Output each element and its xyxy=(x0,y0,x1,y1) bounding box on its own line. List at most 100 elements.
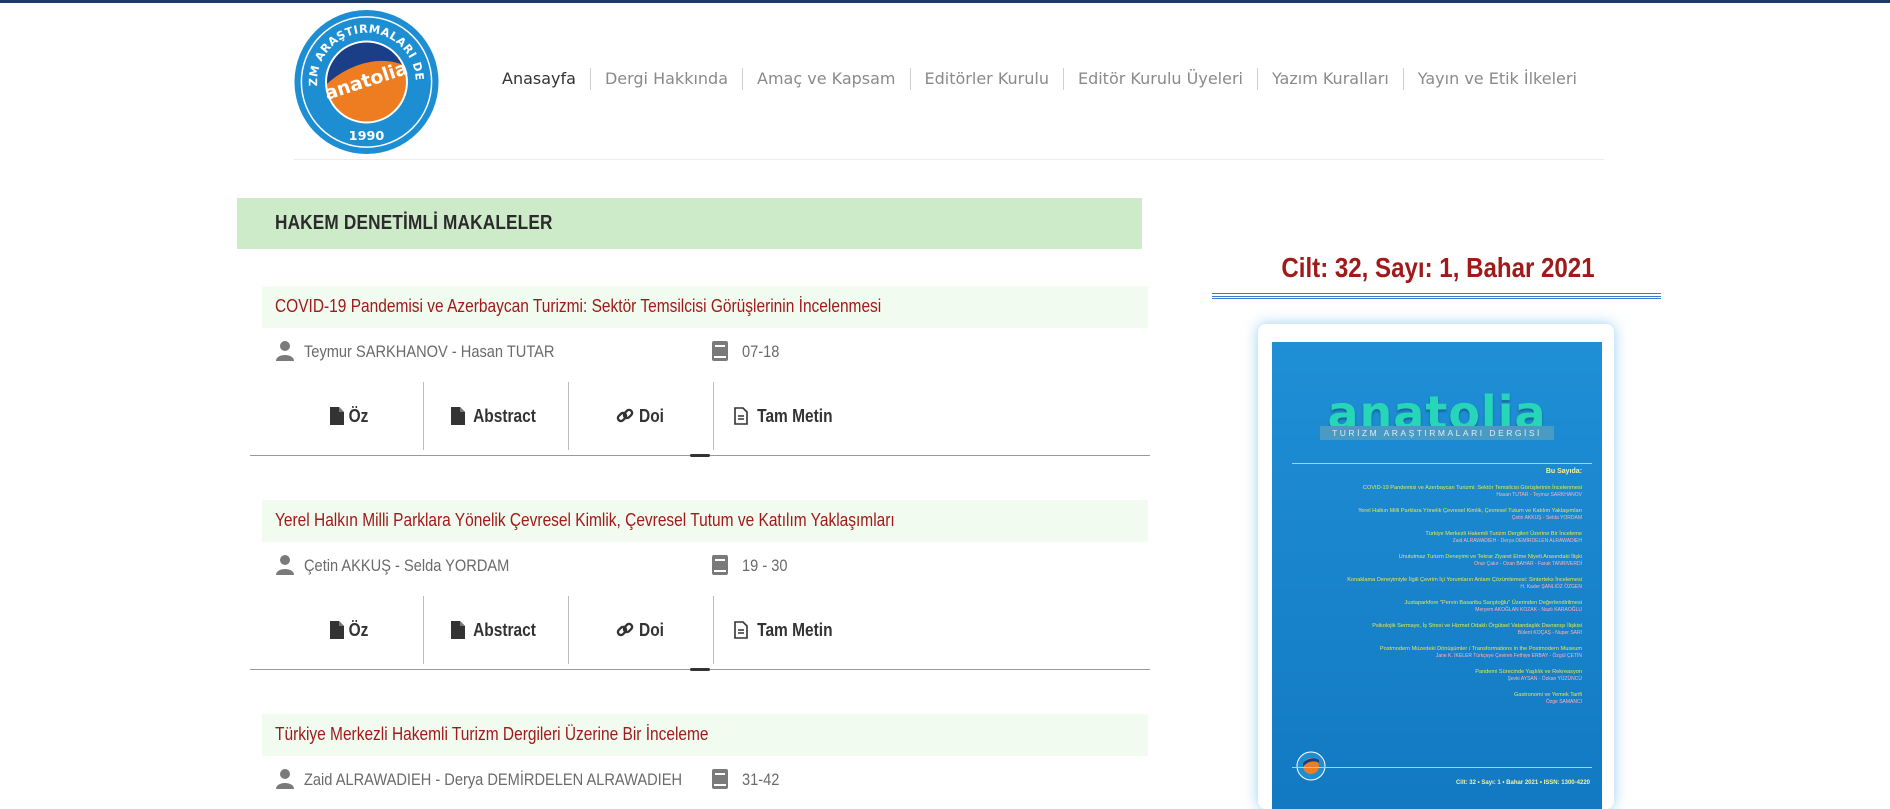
document-outline-icon xyxy=(733,407,748,425)
cover-toc-title: Konaklama Deneyimiyle İlgili Çevrim İçi … xyxy=(1347,577,1582,583)
article-title-bar: Türkiye Merkezli Hakemli Turizm Dergiler… xyxy=(262,714,1148,756)
cover-toc: COVID-19 Pandemisi ve Azerbaycan Turizmi… xyxy=(1282,485,1582,715)
cover-toc-authors: Özge SAMANCI xyxy=(1545,699,1582,705)
full-text-link[interactable]: Tam Metin xyxy=(713,596,858,664)
nav-writing-rules[interactable]: Yazım Kuralları xyxy=(1256,68,1403,90)
cover-toc-title: Unutulmaz Turizm Deneyimi ve Tekrar Ziya… xyxy=(1398,554,1582,560)
book-icon xyxy=(712,341,728,361)
cover-in-this-issue: Bu Sayıda: xyxy=(1545,468,1582,475)
cover-toc-authors: Hasan TUTAR - Teymur SARKHANOV xyxy=(1496,492,1582,498)
issue-title-underline xyxy=(1212,293,1661,299)
cover-toc-entry: Pandemi Sürecinde Yaşlılık ve Rekreasyon… xyxy=(1282,669,1582,683)
article-pages: 07-18 xyxy=(742,342,780,361)
cover-toc-authors: Jane K. İKELER Türkçeye Çeviren Fethiye … xyxy=(1435,653,1582,659)
abstract-link[interactable]: Abstract xyxy=(423,382,568,450)
cover-toc-authors: Meryem AKOĞLAN KOZAK - Nazlı KARAOĞLU xyxy=(1475,607,1582,613)
cover-toc-title: COVID-19 Pandemisi ve Azerbaycan Turizmi… xyxy=(1362,485,1582,491)
chain-link-icon xyxy=(616,622,634,637)
doi-link-label: Doi xyxy=(639,405,664,426)
cover-toc-authors: Çetin AKKUŞ - Selda YORDAM xyxy=(1511,515,1582,521)
document-icon xyxy=(330,407,345,425)
divider-marker xyxy=(690,668,710,671)
divider-marker xyxy=(690,454,710,457)
article-title-bar: COVID-19 Pandemisi ve Azerbaycan Turizmi… xyxy=(262,286,1148,328)
cover-rule xyxy=(1292,463,1592,464)
section-header: HAKEM DENETİMLİ MAKALELER xyxy=(237,198,1142,249)
issue-title[interactable]: Cilt: 32, Sayı: 1, Bahar 2021 xyxy=(1245,252,1632,284)
cover-toc-title: Justaparkfore "Pervin Basaribu Sarşıtoğl… xyxy=(1404,600,1582,606)
cover-toc-authors: H. Kader ŞANLIÖZ ÖZGEN xyxy=(1520,584,1582,590)
article-title-link[interactable]: Yerel Halkın Milli Parklara Yönelik Çevr… xyxy=(275,510,895,531)
cover-toc-entry: COVID-19 Pandemisi ve Azerbaycan Turizmi… xyxy=(1282,485,1582,499)
issue-cover-image[interactable]: anatolia TURİZM ARAŞTIRMALARI DERGİSİ Bu… xyxy=(1272,342,1602,809)
cover-toc-title: Pandemi Sürecinde Yaşlılık ve Rekreasyon xyxy=(1475,669,1582,675)
user-icon xyxy=(276,555,294,575)
doi-link[interactable]: Doi xyxy=(568,382,713,450)
cover-subtitle: TURİZM ARAŞTIRMALARI DERGİSİ xyxy=(1320,426,1554,440)
cover-toc-authors: Onur Çakır - Ozan BAHAR - Faruk TANRIVER… xyxy=(1474,561,1582,567)
cover-toc-entry: Unutulmaz Turizm Deneyimi ve Tekrar Ziya… xyxy=(1282,554,1582,568)
top-accent-line xyxy=(0,0,1890,3)
cover-logo-icon xyxy=(1296,751,1326,781)
cover-toc-title: Yerel Halkın Milli Parklara Yönelik Çevr… xyxy=(1358,508,1582,514)
document-icon xyxy=(450,621,465,639)
document-outline-icon xyxy=(733,621,748,639)
document-icon xyxy=(450,407,465,425)
full-text-link-label: Tam Metin xyxy=(756,619,833,640)
full-text-link-label: Tam Metin xyxy=(756,405,833,426)
cover-toc-title: Türkiye Merkezli Hakemli Turizm Dergiler… xyxy=(1425,531,1582,537)
oz-link[interactable]: Öz xyxy=(278,596,423,664)
book-icon xyxy=(712,769,728,789)
article-pages: 19 - 30 xyxy=(742,556,788,575)
doi-link[interactable]: Doi xyxy=(568,596,713,664)
logo-year: 1990 xyxy=(349,129,385,144)
nav-editorial-members[interactable]: Editör Kurulu Üyeleri xyxy=(1062,68,1257,90)
document-icon xyxy=(330,621,345,639)
cover-toc-entry: Türkiye Merkezli Hakemli Turizm Dergiler… xyxy=(1282,531,1582,545)
cover-toc-title: Gastronomi ve Yemek Tarifi xyxy=(1514,692,1582,698)
cover-toc-authors: Şevki AYSAN - Özkan YÜZÜNCÜ xyxy=(1507,676,1582,682)
oz-link-label: Öz xyxy=(349,405,369,426)
cover-footer: Cilt: 32 • Sayı: 1 • Bahar 2021 • ISSN: … xyxy=(1455,780,1590,786)
chain-link-icon xyxy=(616,408,634,423)
oz-link-label: Öz xyxy=(349,619,369,640)
abstract-link[interactable]: Abstract xyxy=(423,596,568,664)
cover-rule xyxy=(1292,767,1592,768)
abstract-link-label: Abstract xyxy=(473,619,536,640)
abstract-link-label: Abstract xyxy=(473,405,536,426)
article-title-bar: Yerel Halkın Milli Parklara Yönelik Çevr… xyxy=(262,500,1148,542)
cover-toc-entry: Justaparkfore "Pervin Basaribu Sarşıtoğl… xyxy=(1282,600,1582,614)
user-icon xyxy=(276,341,294,361)
cover-toc-entry: Gastronomi ve Yemek Tarifi Özge SAMANCI xyxy=(1282,692,1582,706)
header-divider xyxy=(294,159,1604,160)
user-icon xyxy=(276,769,294,789)
cover-toc-title: Psikolojik Sermaye, İş Stresi ve Hizmet … xyxy=(1372,623,1582,629)
section-title: HAKEM DENETİMLİ MAKALELER xyxy=(275,212,553,234)
nav-aim-scope[interactable]: Amaç ve Kapsam xyxy=(742,68,910,90)
oz-link[interactable]: Öz xyxy=(278,382,423,450)
article-authors: Zaid ALRAWADIEH - Derya DEMİRDELEN ALRAW… xyxy=(304,770,683,789)
article-pages: 31-42 xyxy=(742,770,780,789)
article-authors: Teymur SARKHANOV - Hasan TUTAR xyxy=(304,342,555,361)
nav-ethics[interactable]: Yayın ve Etik İlkeleri xyxy=(1402,68,1591,90)
full-text-link[interactable]: Tam Metin xyxy=(713,382,858,450)
article-title-link[interactable]: COVID-19 Pandemisi ve Azerbaycan Turizmi… xyxy=(275,296,881,317)
cover-toc-title: Postmodern Müzedeki Dönüşümler / Transfo… xyxy=(1379,646,1582,652)
article-links: Öz Abstract Doi Tam Metin xyxy=(278,596,858,664)
nav-editors-board[interactable]: Editörler Kurulu xyxy=(909,68,1063,90)
cover-toc-entry: Yerel Halkın Milli Parklara Yönelik Çevr… xyxy=(1282,508,1582,522)
cover-toc-entry: Psikolojik Sermaye, İş Stresi ve Hizmet … xyxy=(1282,623,1582,637)
cover-toc-authors: Zaid ALRAWADIEH - Derya DEMİRDELEN ALRAW… xyxy=(1452,538,1582,544)
journal-logo[interactable]: TURİZM ARAŞTIRMALARI DERGİSİ anatolia 19… xyxy=(292,8,441,156)
main-nav: Anasayfa Dergi Hakkında Amaç ve Kapsam E… xyxy=(490,68,1591,90)
article-title-link[interactable]: Türkiye Merkezli Hakemli Turizm Dergiler… xyxy=(275,724,709,745)
book-icon xyxy=(712,555,728,575)
doi-link-label: Doi xyxy=(639,619,664,640)
article-authors: Çetin AKKUŞ - Selda YORDAM xyxy=(304,556,510,575)
cover-toc-entry: Postmodern Müzedeki Dönüşümler / Transfo… xyxy=(1282,646,1582,660)
cover-toc-entry: Konaklama Deneyimiyle İlgili Çevrim İçi … xyxy=(1282,577,1582,591)
cover-toc-authors: Bülent KOÇAŞ - Nuper SARI xyxy=(1517,630,1582,636)
nav-home[interactable]: Anasayfa xyxy=(490,68,590,90)
article-links: Öz Abstract Doi Tam Metin xyxy=(278,382,858,450)
nav-about-journal[interactable]: Dergi Hakkında xyxy=(589,68,742,90)
